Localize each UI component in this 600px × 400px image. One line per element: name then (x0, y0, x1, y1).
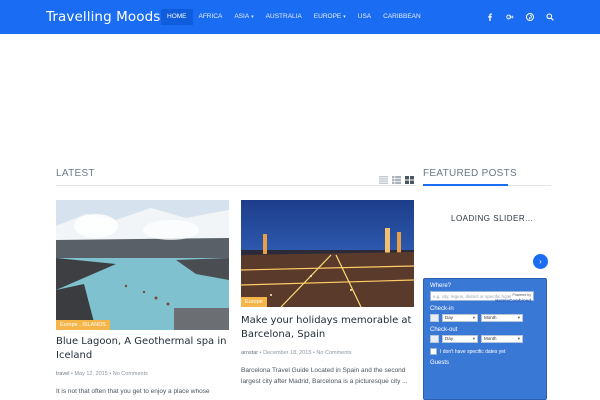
checkout-month-select[interactable]: Month ▾ (481, 335, 523, 343)
checkout-label: Check-out (430, 327, 458, 333)
guests-label: Guests (430, 360, 450, 366)
calendar-icon[interactable] (430, 335, 439, 343)
chevron-down-icon: ▾ (251, 14, 254, 20)
site-title[interactable]: Travelling Moods (46, 9, 160, 25)
google-plus-icon[interactable] (506, 13, 514, 21)
chevron-right-icon: › (539, 257, 542, 266)
where-label: Where? (430, 283, 452, 289)
chevron-down-icon: ▾ (343, 14, 346, 20)
post-date: December 18, 2015 (263, 350, 312, 356)
hotel-search-widget: Where? e.g. city, region, district or sp… (423, 278, 547, 400)
nav-item-africa[interactable]: AFRICA (193, 9, 229, 25)
post-category-tag[interactable]: Europe , ISLANDS (56, 320, 110, 330)
facebook-icon[interactable] (486, 13, 494, 21)
no-dates-label: I don't have specific dates yet (440, 348, 506, 355)
post-author[interactable]: arnstar (241, 350, 258, 356)
featured-section-title: FEATURED POSTS (423, 168, 518, 179)
post-title[interactable]: Make your holidays memorable at Barcelon… (241, 314, 414, 341)
checkin-day-select[interactable]: Day ▾ (442, 314, 478, 322)
no-dates-row: I don't have specific dates yet (430, 348, 540, 355)
no-dates-checkbox[interactable] (430, 348, 437, 355)
post-date: May 12, 2015 (74, 371, 108, 377)
top-navigation-bar: Travelling Moods HOME AFRICA ASIA ▾ AUSTR… (0, 0, 600, 34)
divider-accent (423, 184, 508, 186)
calendar-icon[interactable] (430, 314, 439, 322)
checkin-label: Check-in (430, 306, 454, 312)
checkin-row: Day ▾ Month ▾ (430, 314, 540, 322)
post-thumbnail-blue-lagoon[interactable] (56, 200, 229, 330)
destination-input[interactable]: e.g. city, region, district or specific … (430, 291, 534, 303)
divider (56, 185, 416, 186)
post-meta: arnstar • December 18, 2015 • No Comment… (241, 350, 352, 356)
compact-list-icon[interactable] (392, 171, 401, 184)
slider-loading-text: LOADING SLIDER... (451, 214, 534, 223)
social-links (486, 0, 554, 34)
search-icon[interactable] (546, 13, 554, 21)
hotelscombined-logo: Powered by HotelsCombined (495, 293, 531, 303)
slider-next-button[interactable]: › (533, 254, 548, 269)
checkin-month-select[interactable]: Month ▾ (481, 314, 523, 322)
post-meta: travel • May 12, 2015 • No Comments (56, 371, 148, 377)
latest-section-title: LATEST (56, 168, 95, 179)
pinterest-icon[interactable] (526, 13, 534, 21)
layout-view-toggle (379, 171, 414, 184)
checkout-row: Day ▾ Month ▾ (430, 335, 540, 343)
main-menu: HOME AFRICA ASIA ▾ AUSTRALIA EUROPE ▾ USA … (161, 0, 427, 34)
nav-item-home[interactable]: HOME (161, 9, 193, 25)
nav-item-asia[interactable]: ASIA ▾ (228, 9, 259, 25)
nav-item-europe[interactable]: EUROPE ▾ (308, 9, 352, 25)
post-thumbnail-barcelona[interactable] (241, 200, 414, 307)
post-comments-link[interactable]: No Comments (316, 350, 351, 356)
post-excerpt: It is not that often that you get to enj… (56, 388, 210, 395)
post-author[interactable]: travel (56, 371, 69, 377)
grid-view-icon[interactable] (405, 171, 414, 184)
checkout-day-select[interactable]: Day ▾ (442, 335, 478, 343)
post-category-tag[interactable]: Europe (241, 297, 267, 307)
nav-item-australia[interactable]: AUSTRALIA (260, 9, 308, 25)
nav-item-usa[interactable]: USA (352, 9, 377, 25)
advertisement-area (0, 34, 600, 164)
list-view-icon[interactable] (379, 171, 388, 184)
post-title[interactable]: Blue Lagoon, A Geothermal spa in Iceland (56, 335, 229, 362)
post-excerpt: Barcelona Travel Guide Located in Spain … (241, 367, 408, 385)
post-comments-link[interactable]: No Comments (113, 371, 148, 377)
nav-item-caribbean[interactable]: CARIBBEAN (377, 9, 427, 25)
